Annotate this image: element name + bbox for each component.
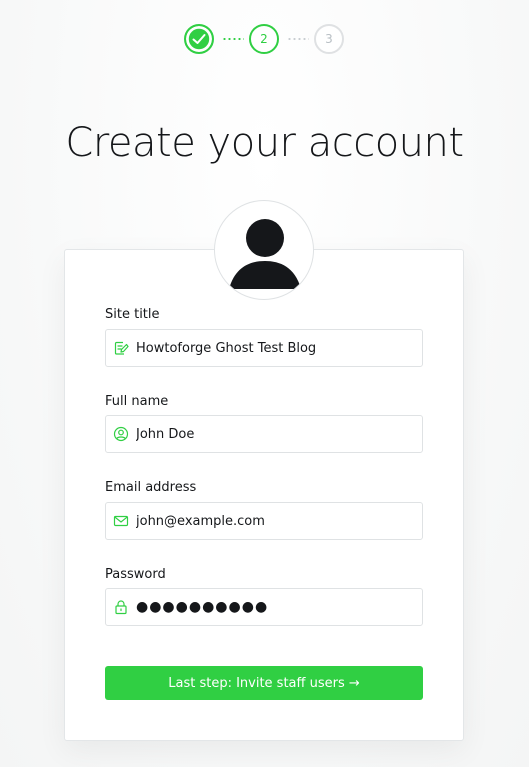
email-input[interactable] [136,503,422,539]
user-silhouette-icon [229,219,301,289]
step-2-current: 2 [249,24,279,54]
password-input[interactable] [136,589,422,625]
site-title-input[interactable] [136,330,422,366]
invite-staff-button[interactable]: Last step: Invite staff users → [105,666,423,700]
page-title: Create your account [65,120,464,166]
setup-page: 2 3 Create your account Site title Full … [0,0,529,767]
avatar-upload[interactable] [214,200,314,300]
full-name-field[interactable] [105,415,423,453]
site-title-label: Site title [105,307,160,322]
password-label: Password [105,567,166,582]
lock-icon [106,588,136,626]
pencil-note-icon [106,329,136,367]
progress-steps: 2 3 [0,24,529,54]
email-field[interactable] [105,502,423,540]
envelope-icon [106,502,136,540]
step-3-upcoming: 3 [314,24,344,54]
step-1-complete [184,24,214,54]
full-name-label: Full name [105,394,169,409]
site-title-field[interactable] [105,329,423,367]
user-circle-icon [106,415,136,453]
step-connector-2 [287,38,309,40]
step-connector-1 [222,38,244,40]
check-icon [187,27,211,51]
email-label: Email address [105,480,197,495]
full-name-input[interactable] [136,416,422,452]
password-field[interactable] [105,588,423,626]
